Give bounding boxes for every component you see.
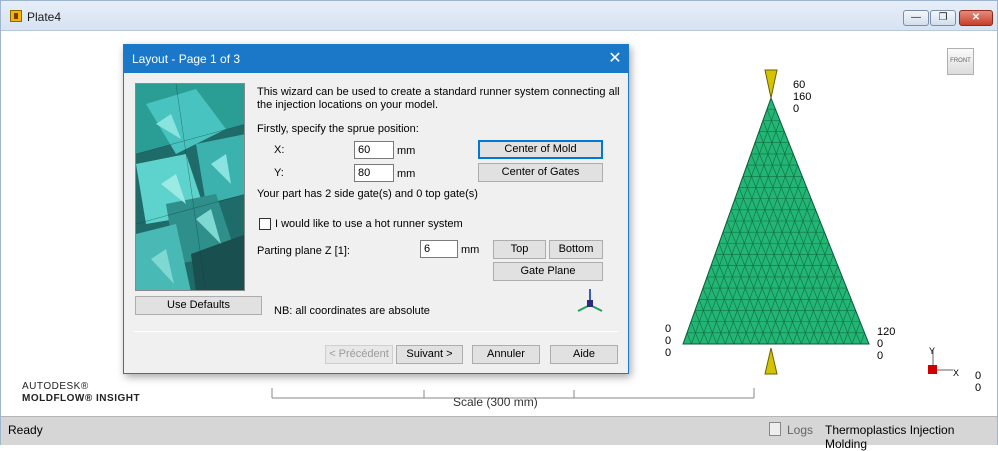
- app-icon: [10, 10, 22, 22]
- scale-label: Scale (300 mm): [453, 395, 538, 409]
- center-of-gates-button[interactable]: Center of Gates: [478, 163, 603, 182]
- top-button[interactable]: Top: [493, 240, 546, 259]
- dialog-separator: [134, 331, 618, 332]
- sprue-y-input[interactable]: 80: [354, 164, 394, 182]
- restore-icon: ❐: [938, 12, 948, 23]
- left-coord-y: 0: [665, 335, 672, 347]
- close-window-button[interactable]: ✕: [959, 10, 993, 26]
- close-icon: ✕: [608, 50, 622, 67]
- parting-plane-label: Parting plane Z [1]:: [257, 245, 350, 257]
- minimize-button[interactable]: —: [903, 10, 929, 26]
- corner-value-2: 0: [975, 382, 982, 394]
- coordinate-system-icon: [577, 289, 603, 312]
- top-coord-x: 60: [793, 79, 806, 91]
- sprue-marker-top: [764, 69, 778, 99]
- sprue-marker-bottom: [764, 347, 778, 375]
- top-coord-y: 160: [793, 91, 812, 103]
- cancel-button[interactable]: Annuler: [472, 345, 540, 364]
- window-title: Plate4: [27, 10, 62, 24]
- bottom-button[interactable]: Bottom: [549, 240, 603, 259]
- left-vertex-labels: 0 0 0: [665, 323, 671, 359]
- brand-autodesk: AUTODESK®: [22, 381, 89, 392]
- intro-line-2: the injection locations on your model.: [257, 99, 438, 111]
- status-bar: Ready Logs Thermoplastics Injection Mold…: [1, 416, 997, 451]
- sprue-x-input[interactable]: 60: [354, 141, 394, 159]
- help-button[interactable]: Aide: [550, 345, 618, 364]
- left-coord-z: 0: [665, 347, 672, 359]
- dialog-close-button[interactable]: ✕: [604, 48, 626, 70]
- corner-values: 0 0: [975, 370, 981, 394]
- logs-label[interactable]: Logs: [787, 423, 813, 437]
- left-coord-x: 0: [665, 323, 672, 335]
- status-ready: Ready: [8, 423, 43, 437]
- top-coord-z: 0: [793, 103, 800, 115]
- wizard-image: [135, 83, 245, 291]
- dialog-title: Layout - Page 1 of 3: [132, 52, 241, 66]
- top-vertex-labels: 60 160 0: [793, 79, 811, 115]
- triangle-mesh[interactable]: [682, 96, 870, 345]
- next-button[interactable]: Suivant >: [396, 345, 463, 364]
- right-vertex-labels: 120 0 0: [877, 326, 895, 362]
- parting-unit: mm: [461, 244, 480, 256]
- intro-line-1: This wizard can be used to create a stan…: [257, 86, 620, 98]
- hot-runner-checkbox[interactable]: [259, 218, 271, 230]
- close-icon: ✕: [971, 12, 981, 23]
- brand-moldflow: MOLDFLOW® INSIGHT: [22, 393, 141, 404]
- y-unit: mm: [397, 168, 416, 180]
- maximize-button[interactable]: ❐: [930, 10, 956, 26]
- right-coord-y: 0: [877, 338, 884, 350]
- main-window: Plate4 — ❐ ✕ 60 160 0 0 0 0 120 0 0 Y X …: [0, 0, 998, 451]
- right-coord-x: 120: [877, 326, 896, 338]
- minimize-icon: —: [911, 12, 921, 23]
- parting-plane-input[interactable]: 6: [420, 240, 458, 258]
- use-defaults-button[interactable]: Use Defaults: [135, 296, 262, 315]
- previous-button[interactable]: < Précédent: [325, 345, 393, 364]
- status-module: Thermoplastics Injection Molding: [825, 423, 955, 451]
- right-coord-z: 0: [877, 350, 884, 362]
- window-titlebar[interactable]: Plate4 — ❐ ✕: [1, 1, 997, 31]
- sprue-prompt: Firstly, specify the sprue position:: [257, 123, 419, 135]
- view-cube-front[interactable]: FRONT: [947, 48, 974, 75]
- corner-value-1: 0: [975, 370, 982, 382]
- coordinates-note: NB: all coordinates are absolute: [274, 305, 430, 317]
- axis-x-label: X: [953, 368, 960, 378]
- dialog-titlebar[interactable]: Layout - Page 1 of 3 ✕: [124, 45, 628, 73]
- logs-icon[interactable]: [769, 422, 781, 436]
- hot-runner-label[interactable]: I would like to use a hot runner system: [275, 218, 463, 230]
- gate-info: Your part has 2 side gate(s) and 0 top g…: [257, 188, 478, 200]
- axis-y-label: Y: [929, 346, 936, 356]
- y-label: Y:: [274, 167, 284, 179]
- center-of-mold-button[interactable]: Center of Mold: [478, 140, 603, 159]
- x-unit: mm: [397, 145, 416, 157]
- layout-wizard-dialog: Layout - Page 1 of 3 ✕ This wizard can b…: [123, 44, 629, 374]
- gate-plane-button[interactable]: Gate Plane: [493, 262, 603, 281]
- x-label: X:: [274, 144, 285, 156]
